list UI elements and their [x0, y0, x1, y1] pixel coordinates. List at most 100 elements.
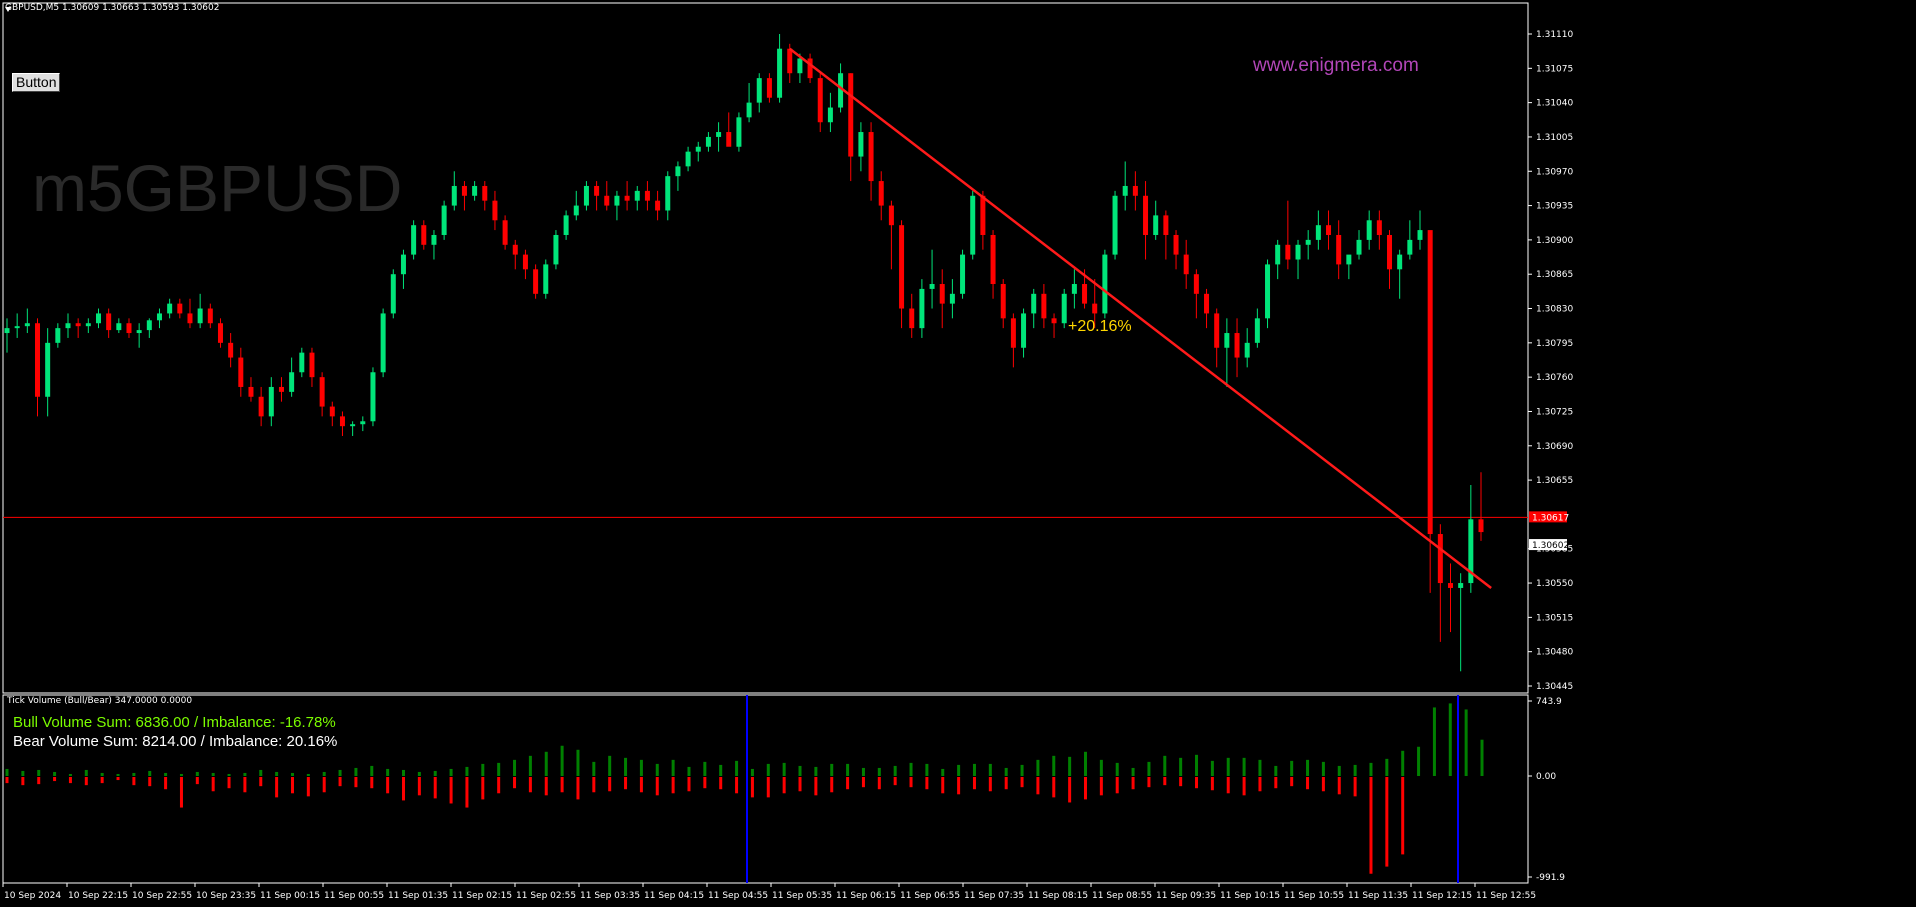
time-tick-label: 11 Sep 12:55	[1476, 891, 1536, 901]
price-label: 1.30602	[1532, 541, 1569, 551]
time-tick-label: 11 Sep 06:15	[836, 891, 896, 901]
bull-volume-bar	[1131, 767, 1135, 776]
bear-volume-bar	[1147, 777, 1151, 788]
bull-volume-bar	[1353, 764, 1357, 776]
bull-volume-bar	[148, 770, 152, 776]
bull-volume-bar	[370, 765, 374, 776]
chart-button[interactable]: Button	[12, 73, 61, 92]
bear-candle	[878, 181, 884, 206]
bull-candle	[929, 284, 935, 289]
bear-candle	[899, 225, 905, 309]
bull-candle	[55, 328, 61, 343]
bear-candle	[1000, 284, 1006, 319]
bull-candle	[45, 342, 51, 397]
bear-volume-bar	[243, 777, 247, 793]
bull-volume-info: Bull Volume Sum: 6836.00 / Imbalance: -1…	[13, 714, 336, 731]
bear-volume-bar	[370, 777, 374, 789]
price-tick-label: 1.31110	[1536, 30, 1573, 40]
bull-volume-bar	[877, 767, 881, 776]
bull-candle	[1265, 264, 1271, 319]
bull-volume-bar	[893, 765, 897, 776]
bull-candle	[116, 323, 122, 331]
price-tick-label: 1.30935	[1536, 202, 1573, 212]
bear-candle	[726, 132, 732, 147]
bull-candle	[949, 293, 955, 304]
price-tick-label: 1.30970	[1536, 167, 1573, 177]
bear-volume-bar	[1163, 777, 1167, 786]
bull-candle	[4, 328, 10, 334]
bear-candle	[1478, 519, 1484, 533]
time-tick-label: 11 Sep 10:15	[1220, 891, 1280, 901]
bull-volume-bar	[132, 772, 136, 776]
bull-volume-bar	[290, 772, 294, 776]
bear-volume-bar	[37, 777, 41, 785]
chart-canvas[interactable]: 1.31110 1.31075 1.31040 1.31005 1.30970 1.309…	[0, 0, 1916, 907]
bear-volume-bar	[1337, 777, 1341, 795]
bull-volume-bar	[846, 763, 850, 776]
bear-volume-bar	[100, 777, 104, 784]
bear-volume-bar	[909, 777, 913, 788]
price-tick-label: 1.30900	[1536, 236, 1573, 246]
bull-volume-bar	[687, 766, 691, 776]
bear-volume-bar	[290, 777, 294, 794]
bull-volume-bar	[1385, 758, 1389, 776]
bull-candle	[1366, 220, 1372, 240]
bull-volume-bar	[576, 749, 580, 776]
bull-candle	[827, 107, 833, 123]
bear-volume-bar	[1321, 777, 1325, 792]
bear-volume-bar	[671, 777, 675, 794]
bull-volume-bar	[53, 771, 57, 776]
bear-volume-bar	[1131, 777, 1135, 790]
bull-candle	[360, 421, 366, 425]
time-tick-label: 11 Sep 00:55	[324, 891, 384, 901]
bear-volume-bar	[544, 777, 548, 796]
bull-candle	[289, 372, 295, 392]
bear-volume-bar	[513, 777, 517, 789]
time-tick-label: 11 Sep 07:35	[964, 891, 1024, 901]
bull-candle	[695, 146, 701, 152]
bull-volume-bar	[227, 773, 231, 776]
bull-candle	[1102, 254, 1108, 314]
bear-volume-bar	[259, 777, 263, 787]
bear-volume-bar	[766, 777, 770, 798]
bear-volume-bar	[275, 777, 279, 798]
bull-volume-bar	[624, 757, 628, 776]
bull-candle	[553, 234, 559, 265]
bear-volume-bar	[449, 777, 453, 804]
bear-volume-bar	[322, 777, 326, 793]
bear-candle	[187, 313, 193, 324]
bull-candle	[1458, 583, 1464, 588]
bull-candle	[451, 185, 457, 206]
bear-volume-bar	[1274, 777, 1278, 789]
bear-volume-bar	[5, 777, 9, 784]
bear-candle	[1448, 583, 1454, 588]
bull-volume-bar	[560, 745, 564, 776]
bear-candle	[980, 195, 986, 235]
bear-candle	[217, 323, 223, 343]
bear-candle	[106, 313, 112, 331]
bull-candle	[614, 195, 620, 206]
bear-volume-bar	[861, 777, 865, 788]
bull-candle	[1244, 342, 1250, 358]
bear-volume-bar	[1099, 777, 1103, 796]
trendline-percent-label: +20.16%	[1068, 318, 1132, 335]
bull-candle	[85, 323, 91, 327]
bull-volume-bar	[1099, 759, 1103, 776]
bull-candle	[777, 48, 783, 98]
bear-volume-bar	[179, 777, 183, 808]
time-tick-label: 10 Sep 22:15	[68, 891, 128, 901]
bear-candle	[461, 185, 467, 196]
bear-candle	[75, 323, 81, 327]
bull-volume-bar	[957, 764, 961, 776]
bear-volume-bar	[814, 777, 818, 796]
bull-candle	[1061, 293, 1067, 324]
bear-candle	[248, 386, 254, 397]
bear-volume-bar	[132, 777, 136, 786]
bear-candle	[848, 73, 854, 157]
bull-volume-bar	[497, 762, 501, 776]
bear-volume-bar	[21, 777, 25, 786]
bull-candle	[268, 386, 274, 417]
bull-volume-bar	[465, 766, 469, 776]
bear-candle	[1214, 313, 1220, 348]
bear-volume-bar	[306, 777, 310, 797]
